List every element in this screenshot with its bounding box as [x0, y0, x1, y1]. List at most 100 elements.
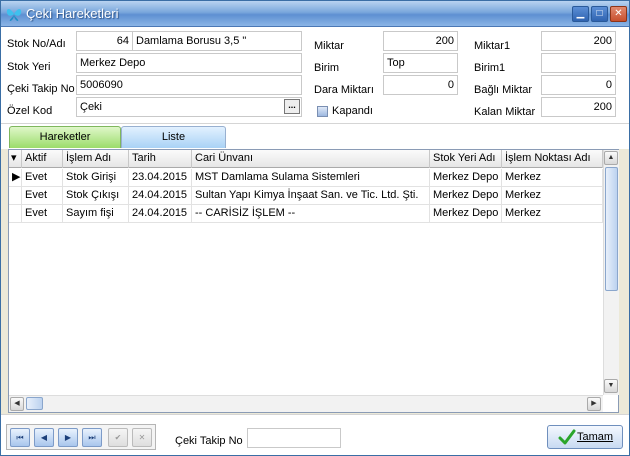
table-row[interactable]: Evet Sayım fişi 24.04.2015 -- CARİSİZ İŞ… [9, 205, 603, 223]
stok-no-label: Stok No/Adı [7, 38, 66, 50]
window: Çeki Hareketleri ▁ □ ✕ Stok No/Adı 64 Da… [0, 0, 630, 456]
bottom-bar: ⏮ ◀ ▶ ⏭ ✔ ✕ Çeki Takip No Tamam [1, 414, 629, 455]
vertical-scroll-thumb[interactable] [605, 167, 618, 291]
ozel-kod-ellipsis-button[interactable]: ... [284, 99, 300, 114]
cell-stok-yeri: Merkez Depo [430, 205, 502, 223]
close-button[interactable]: ✕ [610, 6, 627, 22]
vertical-scrollbar[interactable]: ▲ ▼ [603, 150, 619, 395]
next-icon: ▶ [64, 433, 72, 442]
bagli-miktar-label: Bağlı Miktar [474, 84, 533, 96]
kalan-miktar-label: Kalan Miktar [474, 106, 536, 118]
butterfly-icon [6, 6, 22, 22]
miktar1-label: Miktar1 [474, 40, 511, 52]
ok-label: Tamam [577, 431, 614, 443]
stok-yeri-label: Stok Yeri [7, 61, 51, 73]
kalan-miktar-field[interactable]: 200 [541, 97, 616, 117]
column-header-stok-yeri-adi[interactable]: Stok Yeri Adı [430, 150, 502, 168]
scroll-left-button[interactable]: ◀ [10, 397, 24, 411]
cell-aktif: Evet [22, 169, 63, 187]
first-record-button[interactable]: ⏮ [10, 428, 30, 447]
cell-islem-noktasi: Merkez [502, 187, 603, 205]
cancel-edit-button[interactable]: ✕ [132, 428, 152, 447]
stok-yeri-field[interactable]: Merkez Depo [76, 53, 302, 73]
maximize-icon: □ [596, 8, 603, 19]
table-row[interactable]: Evet Stok Çıkışı 24.04.2015 Sultan Yapı … [9, 187, 603, 205]
first-icon: ⏮ [16, 433, 24, 442]
minimize-button[interactable]: ▁ [572, 6, 589, 22]
cell-cari-unvani: Sultan Yapı Kimya İnşaat San. ve Tic. Lt… [192, 187, 430, 205]
horizontal-scrollbar[interactable]: ◀ ▶ [9, 395, 603, 412]
cell-tarih: 23.04.2015 [129, 169, 192, 187]
column-header-islem-noktasi-adi[interactable]: İşlem Noktası Adı [502, 150, 603, 168]
form-panel: Stok No/Adı 64 Damlama Borusu 3,5 " Stok… [1, 27, 629, 123]
bagli-miktar-field[interactable]: 0 [541, 75, 616, 95]
column-header-tarih[interactable]: Tarih [129, 150, 192, 168]
window-title: Çeki Hareketleri [26, 6, 119, 21]
next-record-button[interactable]: ▶ [58, 428, 78, 447]
ceki-takip-field[interactable]: 5006090 [76, 75, 302, 95]
bottom-ceki-takip-label: Çeki Takip No [175, 435, 243, 447]
ok-button[interactable]: Tamam [547, 425, 623, 449]
column-header-aktif[interactable]: Aktif [22, 150, 63, 168]
cell-tarih: 24.04.2015 [129, 205, 192, 223]
cell-stok-yeri: Merkez Depo [430, 187, 502, 205]
cell-islem-adi: Sayım fişi [63, 205, 129, 223]
scroll-up-button[interactable]: ▲ [604, 151, 618, 165]
horizontal-scroll-thumb[interactable] [26, 397, 43, 410]
stok-adi-field[interactable]: Damlama Borusu 3,5 " [132, 31, 302, 51]
last-record-button[interactable]: ⏭ [82, 428, 102, 447]
grid-header: ▾ Aktif İşlem Adı Tarih Cari Ünvanı Stok… [9, 150, 603, 168]
scroll-right-button[interactable]: ▶ [587, 397, 601, 411]
ok-check-icon [558, 428, 576, 449]
birim1-label: Birim1 [474, 62, 506, 74]
cell-aktif: Evet [22, 187, 63, 205]
cell-cari-unvani: MST Damlama Sulama Sistemleri [192, 169, 430, 187]
check-icon: ✔ [114, 433, 122, 442]
ozel-kod-field[interactable]: Çeki [76, 97, 302, 117]
cell-islem-noktasi: Merkez [502, 169, 603, 187]
row-indicator [9, 205, 22, 223]
ceki-takip-label: Çeki Takip No [7, 83, 75, 95]
cell-aktif: Evet [22, 205, 63, 223]
kapandi-checkbox[interactable] [317, 106, 328, 117]
cell-islem-adi: Stok Çıkışı [63, 187, 129, 205]
cell-cari-unvani: -- CARİSİZ İŞLEM -- [192, 205, 430, 223]
tab-hareketler[interactable]: Hareketler [9, 126, 121, 148]
bottom-ceki-takip-field[interactable] [247, 428, 341, 448]
cell-stok-yeri: Merkez Depo [430, 169, 502, 187]
birim1-field[interactable] [541, 53, 616, 73]
dara-field[interactable]: 0 [383, 75, 458, 95]
table-row[interactable]: ▶ Evet Stok Girişi 23.04.2015 MST Damlam… [9, 169, 603, 187]
post-button[interactable]: ✔ [108, 428, 128, 447]
minimize-icon: ▁ [576, 8, 585, 19]
cell-islem-adi: Stok Girişi [63, 169, 129, 187]
cell-islem-noktasi: Merkez [502, 205, 603, 223]
birim-field[interactable]: Top [383, 53, 458, 73]
close-icon: ✕ [614, 8, 623, 19]
dara-label: Dara Miktarı [314, 84, 374, 96]
row-indicator [9, 187, 22, 205]
row-indicator-icon: ▶ [9, 169, 22, 187]
scroll-down-button[interactable]: ▼ [604, 379, 618, 393]
kapandi-label: Kapandı [332, 105, 373, 117]
ellipsis-icon: ... [288, 100, 296, 110]
cell-tarih: 24.04.2015 [129, 187, 192, 205]
ozel-kod-label: Özel Kod [7, 105, 53, 117]
birim-label: Birim [314, 62, 340, 74]
stok-no-field[interactable]: 64 [76, 31, 133, 51]
column-menu-button[interactable]: ▾ [9, 150, 22, 168]
movements-grid: ▾ Aktif İşlem Adı Tarih Cari Ünvanı Stok… [8, 149, 619, 413]
miktar-field[interactable]: 200 [383, 31, 458, 51]
maximize-button[interactable]: □ [591, 6, 608, 22]
cancel-icon: ✕ [138, 433, 146, 442]
column-menu-icon: ▾ [11, 152, 17, 164]
miktar-label: Miktar [314, 40, 344, 52]
column-header-islem-adi[interactable]: İşlem Adı [63, 150, 129, 168]
last-icon: ⏭ [88, 433, 96, 442]
column-header-cari-unvani[interactable]: Cari Ünvanı [192, 150, 430, 168]
prev-record-button[interactable]: ◀ [34, 428, 54, 447]
tab-liste[interactable]: Liste [121, 126, 226, 148]
title-bar[interactable]: Çeki Hareketleri ▁ □ ✕ [1, 1, 629, 27]
record-navigator: ⏮ ◀ ▶ ⏭ ✔ ✕ [6, 424, 156, 450]
miktar1-field[interactable]: 200 [541, 31, 616, 51]
